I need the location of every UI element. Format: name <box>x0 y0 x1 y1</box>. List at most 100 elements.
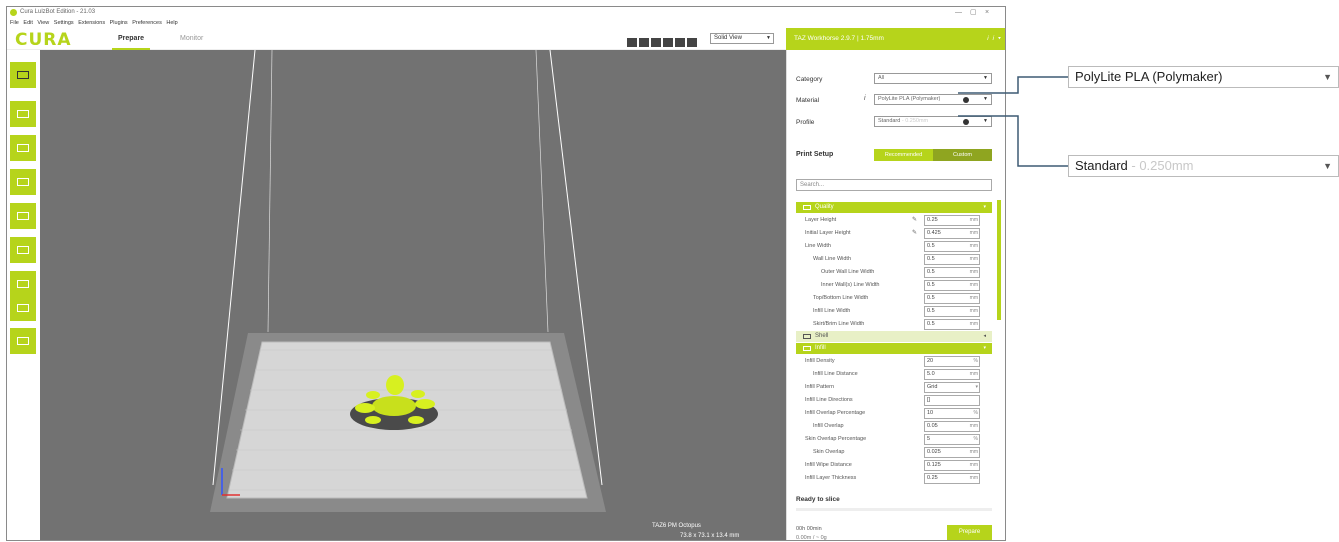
chevron-down-icon: ▾ <box>983 204 986 210</box>
menu-preferences[interactable]: Preferences <box>132 20 162 26</box>
setting-value: 0.5 <box>927 256 935 262</box>
camera-view-buttons <box>627 34 699 47</box>
close-button[interactable]: × <box>985 7 989 18</box>
settings-category-shell[interactable]: Shell ◂ <box>796 331 992 342</box>
recommended-mode-button[interactable]: Recommended <box>874 149 933 161</box>
menu-help[interactable]: Help <box>166 20 177 26</box>
view-front-icon[interactable] <box>639 38 649 47</box>
view-3d-icon[interactable] <box>627 38 637 47</box>
menu-edit[interactable]: Edit <box>23 20 32 26</box>
menu-file[interactable]: File <box>10 20 19 26</box>
setting-value-input[interactable]: 10% <box>924 408 980 419</box>
menu-extensions[interactable]: Extensions <box>78 20 105 26</box>
category-value: All <box>878 75 885 81</box>
settings-search-input[interactable]: Search... <box>796 179 992 191</box>
setting-value-input[interactable]: 0.25 mm <box>924 473 980 484</box>
3d-viewport[interactable]: TAZ6 PM Octopus 73.8 x 73.1 x 13.4 mm <box>40 50 786 540</box>
open-file-button[interactable] <box>10 62 36 88</box>
menu-plugins[interactable]: Plugins <box>110 20 128 26</box>
setting-value-input[interactable]: 5.0 mm <box>924 369 980 380</box>
setting-row: Outer Wall Line Width 0.5 mm <box>796 266 992 279</box>
setting-label: Infill Pattern <box>805 384 835 390</box>
profile-select[interactable]: Standard - 0.250mm ▼ <box>874 116 992 127</box>
setting-value-input[interactable]: 0.5 mm <box>924 267 980 278</box>
settings-category-infill[interactable]: Infill ▾ <box>796 343 992 354</box>
settings-list: Quality ▾ Layer Height ✎ 0.25 mm Initial Layer… <box>796 202 992 490</box>
setting-label: Infill Overlap Percentage <box>805 410 866 416</box>
setting-value-input[interactable]: 0.025 mm <box>924 447 980 458</box>
setting-value: 0.425 <box>927 230 941 236</box>
setting-row: Inner Wall(s) Line Width 0.5 mm <box>796 279 992 292</box>
setting-unit: % <box>973 436 978 442</box>
mirror-tool-button[interactable] <box>10 203 36 229</box>
setting-label: Infill Line Distance <box>813 371 858 377</box>
rotate-tool-button[interactable] <box>10 169 36 195</box>
setting-value-input[interactable]: 0.5 mm <box>924 241 980 252</box>
setting-unit: mm <box>969 243 978 249</box>
printer-selector[interactable]: TAZ Workhorse 2.9.7 | 1.75mm 𝑖 𝑖 ▾ <box>786 28 1005 50</box>
per-model-settings-button[interactable] <box>10 237 36 263</box>
settings-category-quality[interactable]: Quality ▾ <box>796 202 992 213</box>
custom-mode-button[interactable]: Custom <box>933 149 992 161</box>
category-select[interactable]: All ▼ <box>874 73 992 84</box>
setting-value: 0.25 <box>927 217 938 223</box>
setting-value-input[interactable]: Grid ▾ <box>924 382 980 393</box>
maximize-button[interactable]: ▢ <box>970 7 977 18</box>
minimize-button[interactable]: — <box>955 7 962 18</box>
callout-marker <box>963 119 969 125</box>
material-value: PolyLite PLA (Polymaker) <box>878 96 941 102</box>
cura-window: Cura LulzBot Edition - 21.03 — ▢ × File … <box>6 6 1006 541</box>
view-reset-icon[interactable] <box>687 38 697 47</box>
setting-value-input[interactable]: [] <box>924 395 980 406</box>
model-dimensions: 73.8 x 73.1 x 13.4 mm <box>680 533 740 539</box>
tab-prepare[interactable]: Prepare <box>111 35 151 50</box>
setting-value-input[interactable]: 0.5 mm <box>924 280 980 291</box>
view-top-icon[interactable] <box>651 38 661 47</box>
setting-value-input[interactable]: 20% <box>924 356 980 367</box>
material-select[interactable]: PolyLite PLA (Polymaker) ▼ <box>874 94 992 105</box>
edited-pencil-icon[interactable]: ✎ <box>912 227 917 240</box>
tab-monitor[interactable]: Monitor <box>180 35 203 42</box>
layer-view-button[interactable] <box>10 295 36 321</box>
setting-value: 0.5 <box>927 321 935 327</box>
support-blocker-button[interactable] <box>10 271 36 297</box>
extra-tool-button[interactable] <box>10 328 36 354</box>
setting-value-input[interactable]: 0.05 mm <box>924 421 980 432</box>
settings-scrollbar[interactable] <box>997 200 1001 320</box>
setting-value-input[interactable]: 0.125 mm <box>924 460 980 471</box>
setting-value-input[interactable]: 0.5 mm <box>924 319 980 330</box>
setting-label: Infill Line Directions <box>805 397 853 403</box>
setting-unit: mm <box>969 256 978 262</box>
move-icon <box>17 110 29 118</box>
build-volume-edge <box>535 50 549 333</box>
setting-value-input[interactable]: 0.5 mm <box>924 306 980 317</box>
setting-value-input[interactable]: 0.425 mm <box>924 228 980 239</box>
setting-value-input[interactable]: 0.5 mm <box>924 293 980 304</box>
view-left-icon[interactable] <box>663 38 673 47</box>
move-tool-button[interactable] <box>10 101 36 127</box>
menu-settings[interactable]: Settings <box>54 20 74 26</box>
profile-value: Standard <box>878 118 901 124</box>
material-info-icon[interactable]: i <box>864 95 866 102</box>
menu-view[interactable]: View <box>37 20 49 26</box>
prepare-button[interactable]: Prepare <box>947 525 992 540</box>
setting-value: 0.25 <box>927 475 938 481</box>
quality-category-icon <box>803 205 811 210</box>
printer-name: TAZ Workhorse 2.9.7 | 1.75mm <box>794 35 884 42</box>
material-usage: 0.00m / ~ 0g <box>796 535 827 541</box>
edited-pencil-icon[interactable]: ✎ <box>912 214 917 227</box>
setting-value-input[interactable]: 5% <box>924 434 980 445</box>
setting-value-input[interactable]: 0.5 mm <box>924 254 980 265</box>
setting-value: 0.5 <box>927 295 935 301</box>
setting-label: Infill Line Width <box>813 308 851 314</box>
rotate-icon <box>17 178 29 186</box>
view-right-icon[interactable] <box>675 38 685 47</box>
scale-icon <box>17 144 29 152</box>
setting-row: Layer Height ✎ 0.25 mm <box>796 214 992 227</box>
profile-callout-text: Standard <box>1075 158 1128 173</box>
setting-label: Infill Overlap <box>813 423 844 429</box>
setting-value-input[interactable]: 0.25 mm <box>924 215 980 226</box>
setting-label: Top/Bottom Line Width <box>813 295 869 301</box>
view-mode-select[interactable]: Solid View ▼ <box>710 33 774 44</box>
scale-tool-button[interactable] <box>10 135 36 161</box>
